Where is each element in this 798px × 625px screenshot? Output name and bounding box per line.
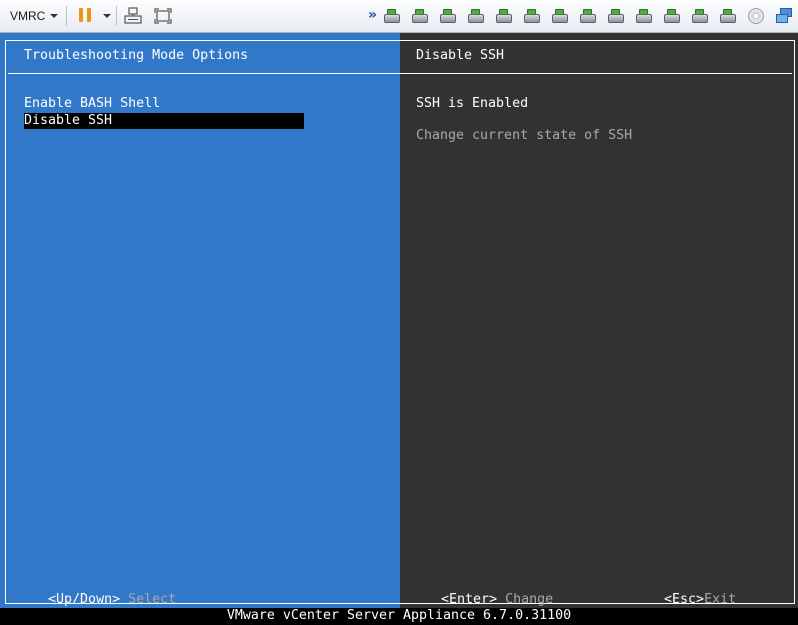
hint-updown-action: Select: [128, 592, 177, 607]
hint-enter-action: Change: [505, 592, 554, 607]
network-adapter-icon[interactable]: [776, 7, 794, 25]
removable-device-icon[interactable]: [692, 8, 708, 24]
hint-esc-action: Exit: [704, 592, 737, 607]
fullscreen-icon[interactable]: [154, 8, 172, 24]
hint-esc-key: <Esc>: [664, 592, 705, 607]
hint-updown-key: <Up/Down>: [48, 592, 121, 607]
ssh-state-text: SSH is Enabled: [416, 96, 529, 111]
toolbar-divider: [66, 6, 67, 26]
removable-device-icon[interactable]: [608, 8, 624, 24]
removable-device-icon[interactable]: [664, 8, 680, 24]
removable-device-icon[interactable]: [524, 8, 540, 24]
removable-devices: [384, 8, 736, 24]
removable-device-icon[interactable]: [636, 8, 652, 24]
vm-console[interactable]: Troubleshooting Mode Options Enable BASH…: [0, 33, 798, 608]
removable-device-icon[interactable]: [384, 8, 400, 24]
ssh-description: Change current state of SSH: [416, 128, 633, 143]
menu-item-enable-bash[interactable]: Enable BASH Shell: [24, 96, 160, 112]
removable-device-icon[interactable]: [580, 8, 596, 24]
right-frame-border: [400, 40, 795, 604]
toolbar-divider: [116, 6, 117, 26]
removable-device-icon[interactable]: [720, 8, 736, 24]
vmrc-menu-button[interactable]: VMRC: [4, 5, 64, 27]
right-panel-title: Disable SSH: [416, 48, 505, 63]
vmrc-toolbar: VMRC »: [0, 0, 798, 33]
hint-enter-key: <Enter>: [441, 592, 498, 607]
left-panel-title: Troubleshooting Mode Options: [24, 48, 249, 63]
removable-device-icon[interactable]: [496, 8, 512, 24]
more-devices-icon[interactable]: »: [368, 8, 377, 22]
cd-dvd-icon[interactable]: [748, 8, 764, 24]
vmrc-menu-label: VMRC: [10, 9, 46, 23]
send-ctrl-alt-del-icon[interactable]: [124, 7, 142, 25]
appliance-status-bar: VMware vCenter Server Appliance 6.7.0.31…: [0, 608, 798, 625]
pause-icon[interactable]: [79, 8, 91, 22]
removable-device-icon[interactable]: [552, 8, 568, 24]
chevron-down-icon: [50, 14, 59, 18]
left-header-divider: [8, 73, 400, 74]
removable-device-icon[interactable]: [412, 8, 428, 24]
removable-device-icon[interactable]: [440, 8, 456, 24]
menu-item-disable-ssh[interactable]: Disable SSH: [24, 113, 304, 129]
removable-device-icon[interactable]: [468, 8, 484, 24]
right-header-divider: [400, 73, 792, 74]
power-options-chevron-icon[interactable]: [103, 14, 111, 18]
